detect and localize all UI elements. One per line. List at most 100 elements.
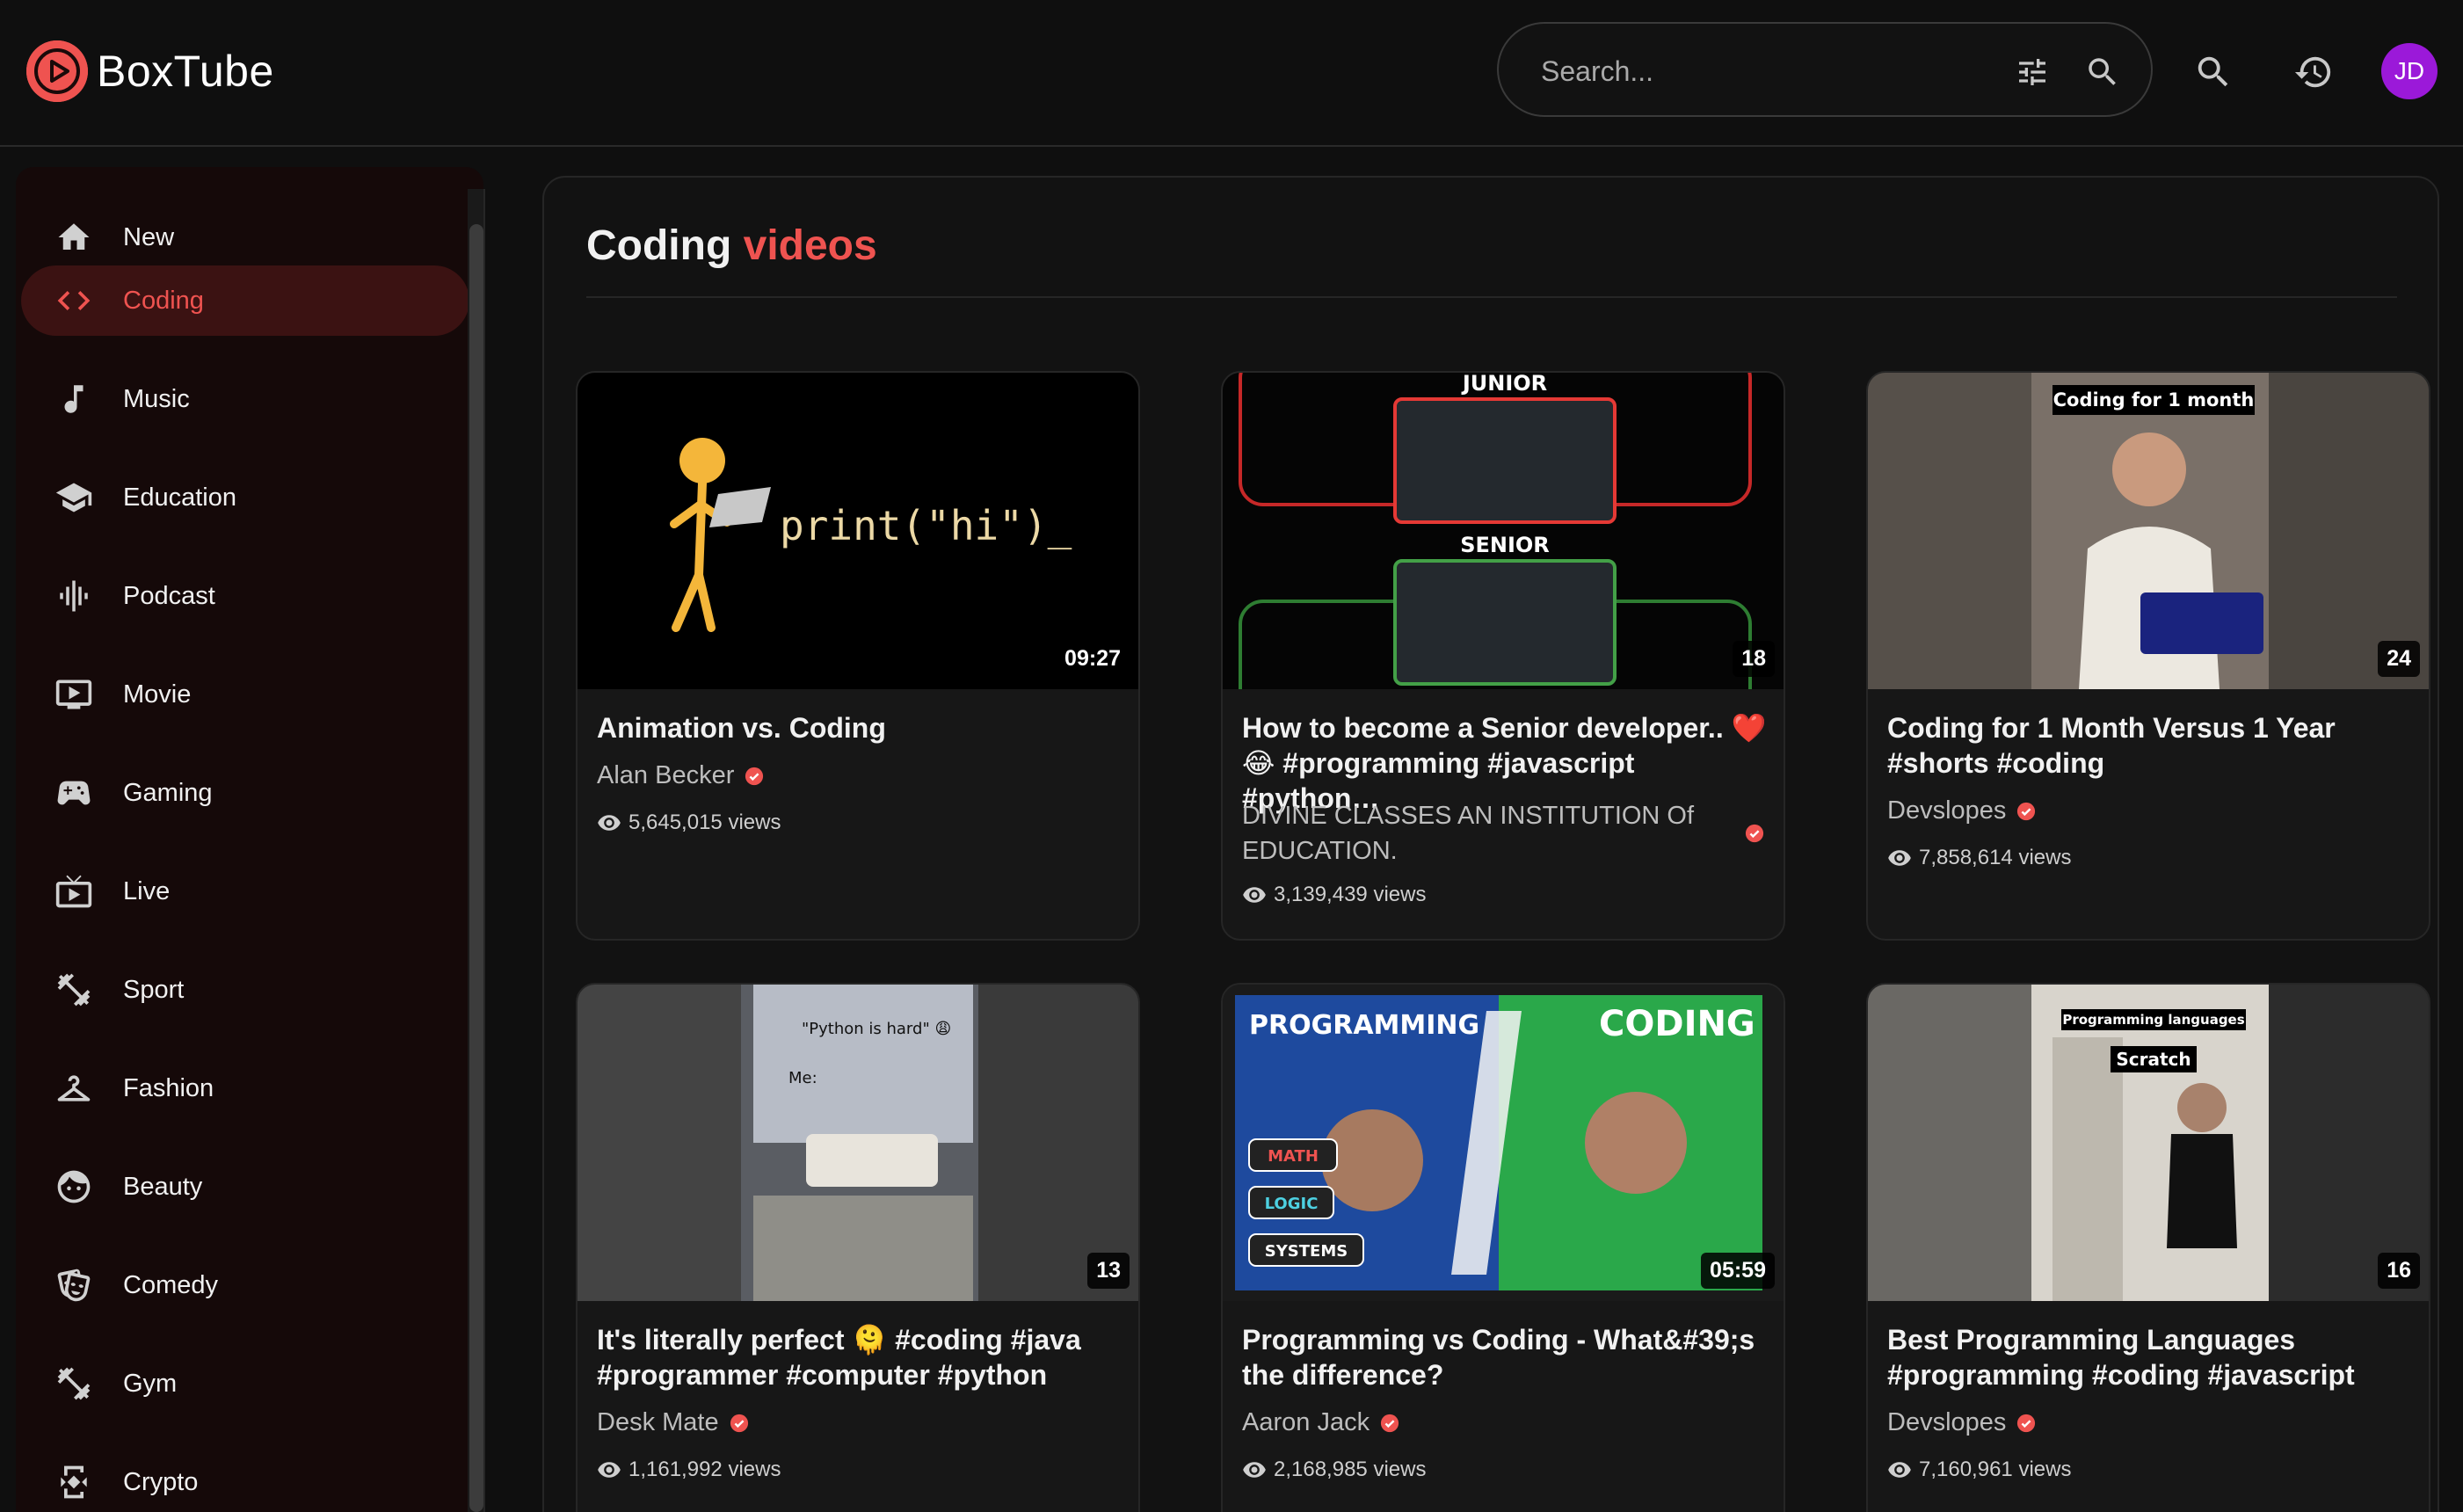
video-card[interactable]: print("hi")_ 09:27 Animation vs. Coding … <box>576 371 1140 941</box>
play-logo-icon <box>26 40 88 102</box>
sidebar-item-crypto[interactable]: Crypto <box>21 1447 469 1512</box>
duration-badge: 09:27 <box>1056 641 1130 677</box>
video-card[interactable]: Programming languages Scratch 16 Best Pr… <box>1866 983 2430 1512</box>
sidebar-item-education[interactable]: Education <box>21 462 469 533</box>
eye-icon <box>1888 850 1911 866</box>
duration-badge: 18 <box>1733 641 1775 677</box>
view-count: 3,139,439 views <box>1242 883 1426 907</box>
verified-icon <box>1745 824 1764 843</box>
thumbnail-label-bottom: SENIOR <box>1460 533 1550 557</box>
video-thumbnail[interactable]: PROGRAMMING CODING MATH LOGIC SYSTEMS 05… <box>1223 985 1784 1301</box>
page-title: Coding videos <box>586 222 877 270</box>
eye-icon <box>598 815 621 831</box>
video-player-icon <box>53 673 95 716</box>
view-count-label: 2,168,985 views <box>1274 1457 1427 1481</box>
channel-label: Devslopes <box>1887 796 2007 825</box>
app-name: BoxTube <box>97 47 274 96</box>
sidebar-item-label: Gym <box>123 1369 178 1398</box>
currency-exchange-icon <box>53 1461 95 1503</box>
thumbnail-code-text: print("hi")_ <box>780 502 1072 549</box>
video-section: Coding videos print("hi")_ 09:27 Animati… <box>542 176 2439 1512</box>
channel-name[interactable]: Desk Mate <box>597 1408 749 1437</box>
sidebar-item-live[interactable]: Live <box>21 856 469 927</box>
channel-label: Desk Mate <box>597 1408 719 1436</box>
verified-icon <box>1380 1414 1399 1432</box>
search-icon[interactable] <box>2081 50 2125 94</box>
duration-badge: 05:59 <box>1701 1253 1775 1289</box>
sidebar-item-label: Podcast <box>123 581 215 610</box>
thumbnail-caption: Programming languages <box>2062 1012 2244 1028</box>
sidebar-item-sport[interactable]: Sport <box>21 955 469 1025</box>
tune-icon[interactable] <box>2010 50 2054 94</box>
graduation-cap-icon <box>53 476 95 519</box>
sidebar: New Coding Music Education Podcast Movie… <box>16 167 483 1512</box>
sidebar-item-music[interactable]: Music <box>21 364 469 434</box>
sidebar-item-label: Education <box>123 483 236 512</box>
view-count-label: 7,858,614 views <box>1919 846 2072 869</box>
video-thumbnail[interactable]: Programming languages Scratch 16 <box>1868 985 2429 1301</box>
gamepad-icon <box>53 772 95 814</box>
verified-icon <box>730 1414 748 1432</box>
search-icon[interactable] <box>2189 47 2238 97</box>
sidebar-item-label: Gaming <box>123 778 213 807</box>
duration-badge: 24 <box>2378 641 2420 677</box>
sidebar-item-gym[interactable]: Gym <box>21 1348 469 1419</box>
sidebar-item-gaming[interactable]: Gaming <box>21 758 469 828</box>
history-icon[interactable] <box>2289 47 2338 97</box>
sidebar-item-label: Sport <box>123 975 185 1004</box>
video-title[interactable]: Best Programming Languages #programming … <box>1887 1322 2415 1392</box>
sidebar-item-fashion[interactable]: Fashion <box>21 1053 469 1123</box>
sidebar-item-comedy[interactable]: Comedy <box>21 1250 469 1320</box>
search-bar <box>1497 22 2153 117</box>
search-input[interactable] <box>1541 47 1998 96</box>
sidebar-item-new[interactable]: New <box>21 202 469 273</box>
verified-icon <box>745 767 764 785</box>
avatar[interactable]: JD <box>2381 43 2438 99</box>
sidebar-item-beauty[interactable]: Beauty <box>21 1152 469 1222</box>
top-header: BoxTube JD <box>0 0 2463 147</box>
video-thumbnail[interactable]: Coding for 1 month 24 <box>1868 373 2429 689</box>
channel-name[interactable]: Alan Becker <box>597 761 764 790</box>
sidebar-scrollbar-thumb[interactable] <box>469 224 483 1512</box>
sidebar-item-podcast[interactable]: Podcast <box>21 561 469 631</box>
video-card[interactable]: PROGRAMMING CODING MATH LOGIC SYSTEMS 05… <box>1221 983 1785 1512</box>
view-count: 7,160,961 views <box>1887 1457 2071 1482</box>
channel-label: Aaron Jack <box>1242 1408 1370 1436</box>
eye-icon <box>1888 1462 1911 1478</box>
view-count: 7,858,614 views <box>1887 846 2071 870</box>
view-count-label: 1,161,992 views <box>628 1457 781 1481</box>
channel-name[interactable]: Aaron Jack <box>1242 1408 1399 1437</box>
eye-icon <box>598 1462 621 1478</box>
sidebar-item-label: Crypto <box>123 1467 199 1496</box>
channel-name[interactable]: Devslopes <box>1887 1408 2036 1437</box>
channel-label: DIVINE CLASSES AN INSTITUTION Of EDUCATI… <box>1242 802 1695 865</box>
video-card[interactable]: Coding for 1 month 24 Coding for 1 Month… <box>1866 371 2430 941</box>
thumbnail-caption: Coding for 1 month <box>2053 389 2255 411</box>
page-title-accent: videos <box>743 222 877 269</box>
channel-label: Alan Becker <box>597 761 735 789</box>
video-thumbnail[interactable]: print("hi")_ 09:27 <box>578 373 1138 689</box>
app-logo[interactable]: BoxTube <box>26 40 274 102</box>
channel-name[interactable]: Devslopes <box>1887 796 2036 825</box>
thumbnail-caption: "Python is hard" 😩 <box>802 1020 951 1038</box>
thumbnail-label-top: JUNIOR <box>1461 373 1547 396</box>
sidebar-item-movie[interactable]: Movie <box>21 659 469 730</box>
video-thumbnail[interactable]: "Python is hard" 😩 Me: 13 <box>578 985 1138 1301</box>
home-icon <box>53 216 95 258</box>
video-title[interactable]: Animation vs. Coding <box>597 710 1124 745</box>
video-title[interactable]: It's literally perfect 🫠 #coding #java #… <box>597 1322 1124 1392</box>
sidebar-divider <box>483 189 485 1512</box>
eye-icon <box>1243 1462 1266 1478</box>
video-card[interactable]: JUNIOR SENIOR 18 How to become a Senior … <box>1221 371 1785 941</box>
video-card[interactable]: "Python is hard" 😩 Me: 13 It's literally… <box>576 983 1140 1512</box>
channel-name[interactable]: DIVINE CLASSES AN INSTITUTION Of EDUCATI… <box>1242 798 1769 869</box>
sidebar-item-coding[interactable]: Coding <box>21 265 469 336</box>
video-title[interactable]: Programming vs Coding - What&#39;s the d… <box>1242 1322 1769 1392</box>
view-count-label: 3,139,439 views <box>1274 883 1427 906</box>
video-title[interactable]: Coding for 1 Month Versus 1 Year #shorts… <box>1887 710 2415 781</box>
video-thumbnail[interactable]: JUNIOR SENIOR 18 <box>1223 373 1784 689</box>
title-divider <box>586 296 2397 298</box>
sidebar-item-label: Live <box>123 876 171 905</box>
view-count: 2,168,985 views <box>1242 1457 1426 1482</box>
sidebar-item-label: New <box>123 222 175 251</box>
